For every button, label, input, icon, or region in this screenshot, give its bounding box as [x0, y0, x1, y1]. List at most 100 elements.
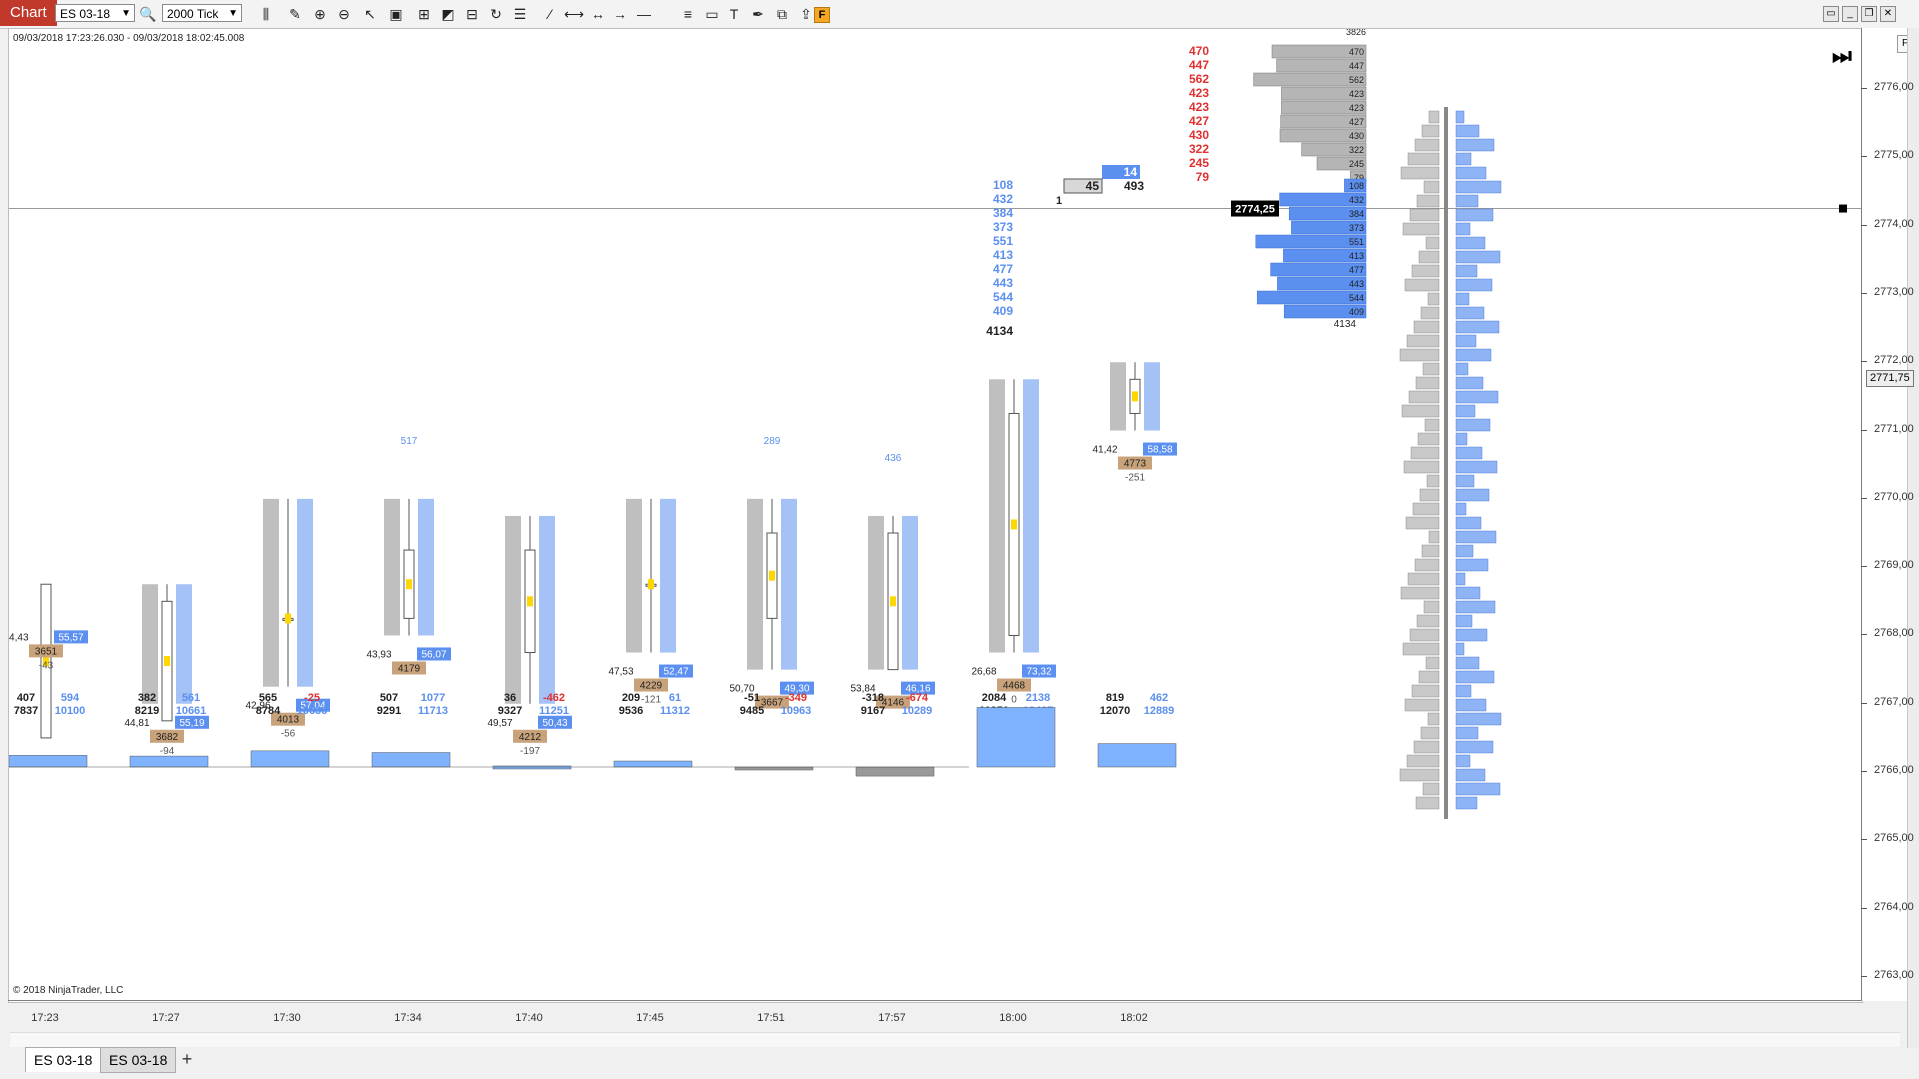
price-axis-tick	[1861, 839, 1867, 841]
cumulative-delta: 11713	[418, 705, 448, 717]
zoom-in-icon[interactable]: ⊕	[310, 4, 330, 24]
profile-ask-bar	[1455, 194, 1479, 208]
buy-percent: 44,43	[9, 632, 29, 643]
buy-percent: 47,53	[608, 667, 633, 678]
bid-size: 470	[1189, 44, 1209, 58]
data-box-icon[interactable]: ▣	[386, 4, 406, 24]
price-axis[interactable]	[1861, 28, 1908, 1001]
profile-bid-bar	[1427, 292, 1440, 306]
delta-value: -51	[744, 692, 760, 704]
right-scrollbar[interactable]	[1907, 28, 1919, 1048]
tab-es-03-18-active[interactable]: ES 03-18	[25, 1047, 102, 1072]
bid-depth-value: 423	[1349, 89, 1364, 99]
net-delta: 0	[1011, 695, 1017, 706]
price-axis-tick	[1861, 907, 1867, 909]
minimize-icon[interactable]: _	[1842, 6, 1858, 22]
ask-depth-value: 108	[1349, 181, 1364, 191]
snapshot-icon[interactable]: ⧉	[772, 4, 792, 24]
profile-bid-bar	[1415, 796, 1440, 810]
cumulative-delta: 10963	[781, 705, 812, 717]
go-to-end-icon[interactable]: ⏭	[1832, 43, 1852, 69]
window-list-icon[interactable]: ▭	[1823, 6, 1839, 22]
templates-icon[interactable]: ☰	[510, 4, 530, 24]
ask-depth-value: 409	[1349, 307, 1364, 317]
share-icon[interactable]: ⇪	[796, 4, 816, 24]
ask-depth-value: 443	[1349, 279, 1364, 289]
profile-bid-bar	[1405, 516, 1440, 530]
profile-bid-bar	[1406, 754, 1440, 768]
restore-icon[interactable]: ❐	[1861, 6, 1877, 22]
sell-percent: 58,58	[1147, 445, 1172, 456]
profile-bid-bar	[1411, 264, 1440, 278]
horizontal-scrollbar[interactable]	[10, 1032, 1900, 1047]
reload-icon[interactable]: ↻	[486, 4, 506, 24]
pencil-icon[interactable]: ✎	[285, 4, 305, 24]
profile-bid-bar	[1410, 446, 1440, 460]
net-delta: -94	[160, 746, 175, 757]
time-axis-label: 17:57	[878, 1012, 906, 1024]
ask-size: 477	[993, 262, 1013, 276]
delta-histogram-bar	[129, 755, 209, 768]
delta-value: 2084	[982, 692, 1007, 704]
profile-ask-bar	[1455, 432, 1468, 446]
profile-bid-bar	[1411, 684, 1440, 698]
total-volume: 4212	[519, 732, 542, 743]
search-icon[interactable]: 🔍	[138, 4, 158, 24]
bar-type-icon[interactable]: ⫼	[256, 4, 276, 24]
drawing-tools-icon[interactable]: ✒	[748, 4, 768, 24]
bid-depth-value: 427	[1349, 117, 1364, 127]
interval-selector[interactable]: 2000 Tick ▼	[162, 4, 242, 22]
profile-bid-bar	[1404, 278, 1440, 292]
ask-volume-column	[297, 498, 313, 687]
close-icon[interactable]: ✕	[1880, 6, 1896, 22]
price-axis-label: 2766,00	[1874, 764, 1914, 777]
zoom-out-icon[interactable]: ⊖	[334, 4, 354, 24]
sell-percent: 52,47	[663, 667, 688, 678]
f-badge-icon[interactable]: F	[814, 7, 830, 23]
chart-plot-area[interactable]: 09/03/2018 17:23:26.030 - 09/03/2018 18:…	[8, 28, 1863, 1003]
profile-bid-bar	[1409, 628, 1440, 642]
add-tab-button[interactable]: +	[175, 1047, 199, 1071]
footprint-chart-canvas: 44,43 55,573651 -43 4077837 59410100 44,81 55,…	[9, 29, 1862, 819]
strategies-icon[interactable]: ◩	[438, 4, 458, 24]
line-icon[interactable]: ⟷	[564, 4, 584, 24]
profile-ask-bar	[1455, 698, 1487, 712]
indicators-icon[interactable]: ⊞	[414, 4, 434, 24]
price-axis-tick	[1861, 361, 1867, 363]
bid-volume-column	[142, 584, 158, 704]
tab-es-03-18[interactable]: ES 03-18	[100, 1047, 177, 1073]
time-axis-label: 17:23	[31, 1012, 59, 1024]
poc-marker	[890, 596, 896, 607]
fib-icon[interactable]: ≡	[678, 4, 698, 24]
delta-histogram-bar	[855, 766, 935, 777]
properties-icon[interactable]: ⊟	[462, 4, 482, 24]
pointer-icon[interactable]: ↖	[360, 4, 380, 24]
cumulative-delta: 10636	[297, 705, 328, 717]
ray-icon[interactable]: ↔	[588, 4, 608, 24]
chart-menu-button[interactable]: Chart	[0, 0, 57, 26]
ask-depth-value: 373	[1349, 223, 1364, 233]
delta-value: 209	[622, 692, 640, 704]
arrow-line-icon[interactable]: →	[610, 4, 630, 24]
price-axis-label: 2773,00	[1874, 285, 1914, 298]
bid-size: 423	[1189, 86, 1209, 100]
profile-bid-bar	[1402, 642, 1440, 656]
profile-ask-bar	[1455, 180, 1502, 194]
rectangle-icon[interactable]: ▭	[702, 4, 722, 24]
delta-histogram-bar	[9, 755, 88, 768]
horizontal-line-icon[interactable]: —	[634, 4, 654, 24]
delta-histogram-bar	[976, 707, 1056, 768]
profile-bid-bar	[1423, 600, 1440, 614]
text-icon[interactable]: T	[724, 4, 744, 24]
instrument-selector[interactable]: ES 03-18 ▼	[55, 4, 135, 22]
ask-size: 409	[993, 304, 1013, 318]
ask-volume-column	[1144, 362, 1160, 431]
profile-ask-bar	[1455, 264, 1478, 278]
poc-marker	[1132, 391, 1138, 402]
last-price-flag: 2771,75	[1866, 370, 1914, 388]
volume-value: 9485	[740, 705, 764, 717]
delta-change: 1077	[421, 692, 445, 704]
poc-marker	[648, 579, 654, 590]
profile-bid-bar	[1427, 712, 1440, 726]
ratio-icon[interactable]: ⁄	[540, 4, 560, 24]
